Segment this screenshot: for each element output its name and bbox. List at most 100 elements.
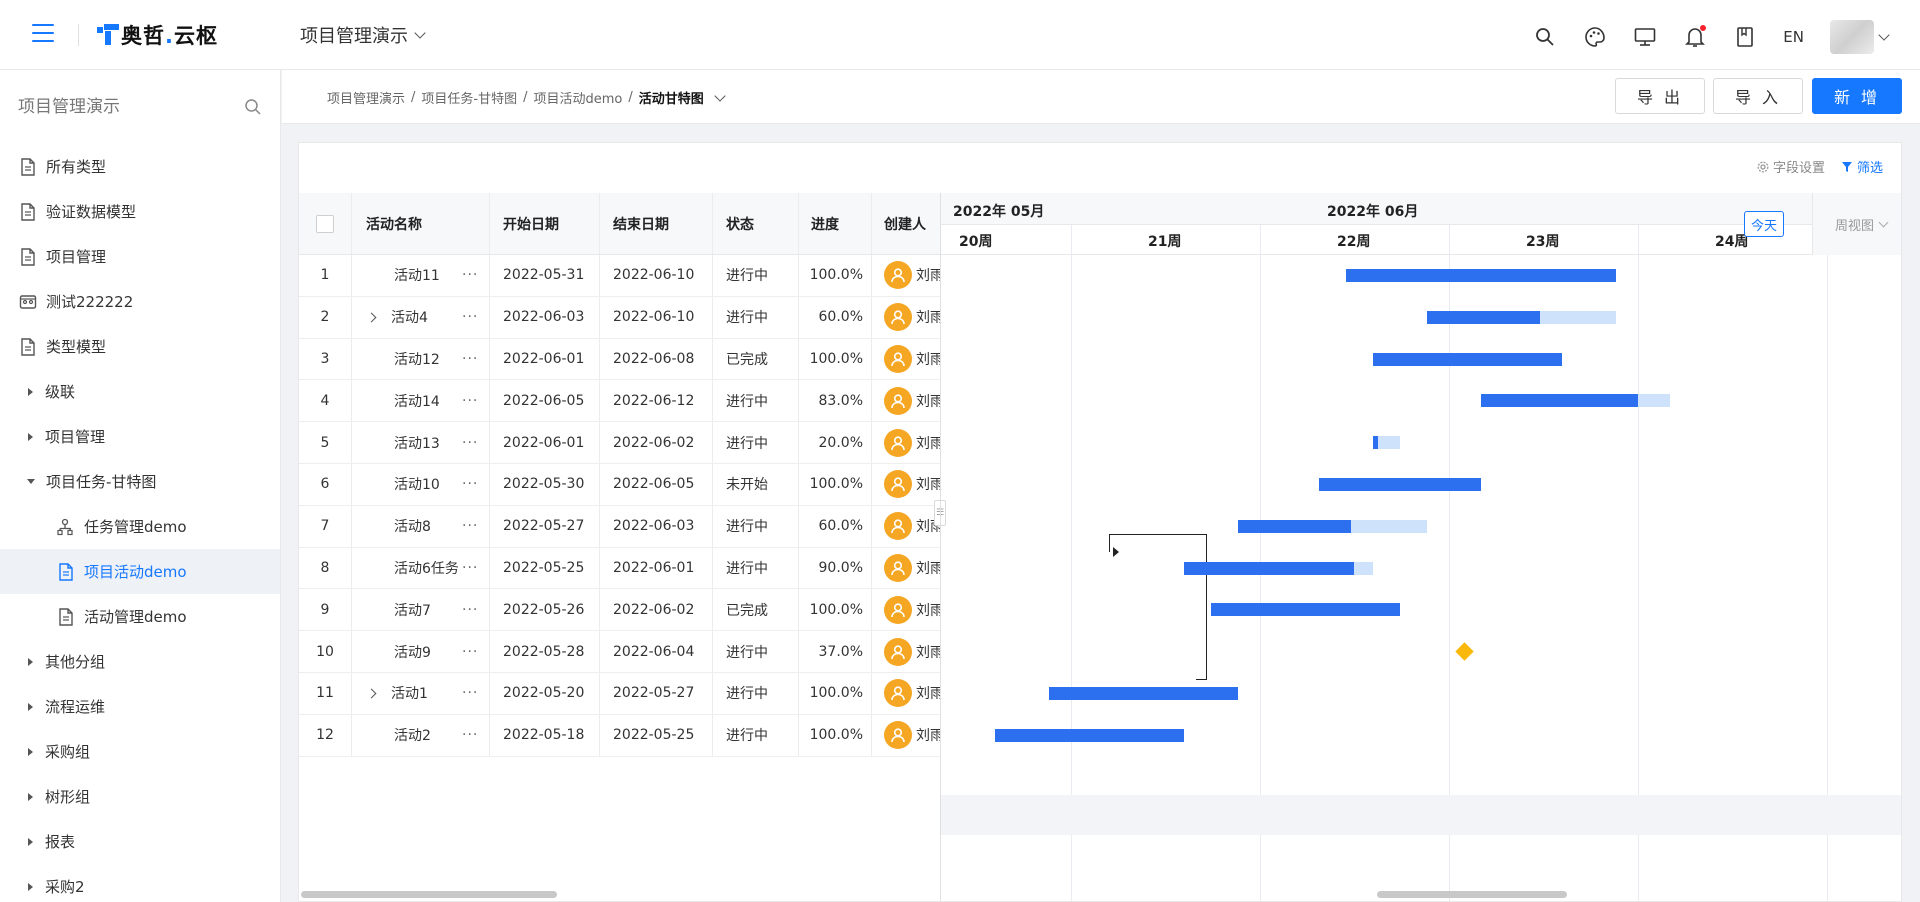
activity-name-cell[interactable]: 活动1 ··· <box>352 672 490 714</box>
export-button[interactable]: 导 出 <box>1615 78 1705 114</box>
activity-name[interactable]: 活动13 <box>394 433 440 453</box>
add-button[interactable]: 新 增 <box>1812 78 1902 114</box>
sidebar-item[interactable]: 采购组 <box>0 729 280 774</box>
more-icon[interactable]: ··· <box>462 351 478 367</box>
activity-name-cell[interactable]: 活动10 ··· <box>352 463 490 505</box>
col-header[interactable]: 创建人 <box>872 193 940 254</box>
col-header[interactable]: 活动名称 <box>352 193 490 254</box>
more-icon[interactable]: ··· <box>462 435 478 451</box>
more-icon[interactable]: ··· <box>462 309 478 325</box>
select-all-checkbox[interactable] <box>316 214 334 233</box>
sidebar-item[interactable]: 测试222222 <box>0 279 280 324</box>
gantt-bar[interactable] <box>1184 561 1373 575</box>
table-row[interactable]: 10 活动9 ··· 2022-05-282022-06-04进行中37.0% 刘雨 <box>299 631 940 673</box>
activity-name[interactable]: 活动6任务 <box>394 558 458 578</box>
gantt-bar[interactable] <box>1238 519 1427 533</box>
activity-name[interactable]: 活动2 <box>394 725 431 745</box>
sidebar-item[interactable]: 活动管理demo <box>0 594 280 639</box>
search-icon[interactable] <box>244 98 262 116</box>
activity-name-cell[interactable]: 活动2 ··· <box>352 714 490 756</box>
sidebar-item[interactable]: 级联 <box>0 369 280 414</box>
table-row[interactable]: 4 活动14 ··· 2022-06-052022-06-12进行中83.0% 刘雨 <box>299 380 940 423</box>
gantt-bar[interactable] <box>1481 394 1670 408</box>
more-icon[interactable]: ··· <box>462 727 478 743</box>
breadcrumb-current[interactable]: 活动甘特图 <box>639 88 704 107</box>
activity-name[interactable]: 活动8 <box>394 516 431 536</box>
table-horizontal-scrollbar[interactable] <box>301 891 557 898</box>
activity-name-cell[interactable]: 活动13 ··· <box>352 422 490 463</box>
table-row[interactable]: 11 活动1 ··· 2022-05-202022-05-27进行中100.0% 刘雨 <box>299 672 940 715</box>
activity-name[interactable]: 活动1 <box>391 683 428 703</box>
filter-button[interactable]: 筛选 <box>1841 157 1883 176</box>
col-header[interactable]: 进度 <box>799 193 872 254</box>
gantt-bar[interactable] <box>1211 603 1400 617</box>
more-icon[interactable]: ··· <box>462 644 478 660</box>
col-header[interactable]: 开始日期 <box>490 193 600 254</box>
table-row[interactable]: 7 活动8 ··· 2022-05-272022-06-03进行中60.0%刘雨 <box>299 505 940 548</box>
sidebar-item[interactable]: 任务管理demo <box>0 504 280 549</box>
more-icon[interactable]: ··· <box>462 476 478 492</box>
activity-name[interactable]: 活动14 <box>394 391 440 411</box>
more-icon[interactable]: ··· <box>462 685 478 701</box>
sidebar-item[interactable]: 报表 <box>0 819 280 864</box>
activity-name-cell[interactable]: 活动4 ··· <box>352 296 490 338</box>
gantt-bar[interactable] <box>995 728 1184 742</box>
user-menu[interactable] <box>1830 20 1890 54</box>
bell-icon[interactable] <box>1683 25 1707 49</box>
activity-name-cell[interactable]: 活动9 ··· <box>352 631 490 672</box>
sidebar-item[interactable]: 流程运维 <box>0 684 280 729</box>
sidebar-item[interactable]: 类型模型 <box>0 324 280 369</box>
view-selector[interactable]: 周视图 <box>1835 215 1889 234</box>
col-header[interactable]: 状态 <box>713 193 799 254</box>
activity-name[interactable]: 活动7 <box>394 600 431 620</box>
activity-name-cell[interactable]: 活动14 ··· <box>352 380 490 422</box>
sidebar-item[interactable]: 项目管理 <box>0 234 280 279</box>
gantt-bar[interactable] <box>1373 352 1562 366</box>
sidebar-item[interactable]: 树形组 <box>0 774 280 819</box>
table-row[interactable]: 8活动6任务···2022-05-252022-06-01进行中90.0%刘雨 <box>299 547 940 590</box>
sidebar-item[interactable]: 项目管理 <box>0 414 280 459</box>
table-row[interactable]: 1 活动11 ··· 2022-05-312022-06-10进行中100.0% 刘雨 <box>299 255 940 297</box>
activity-name[interactable]: 活动11 <box>394 265 440 285</box>
chevron-right-icon[interactable] <box>366 688 377 699</box>
book-icon[interactable] <box>1733 25 1757 49</box>
more-icon[interactable]: ··· <box>462 602 478 618</box>
activity-name-cell[interactable]: 活动8 ··· <box>352 505 490 547</box>
table-row[interactable]: 3 活动12 ··· 2022-06-012022-06-08已完成100.0% 刘雨 <box>299 338 940 381</box>
activity-name[interactable]: 活动9 <box>394 642 431 662</box>
gantt-bar[interactable] <box>1049 687 1238 700</box>
chevron-down-icon[interactable] <box>714 89 726 102</box>
activity-name[interactable]: 活动4 <box>391 307 428 327</box>
activity-name[interactable]: 活动10 <box>394 474 440 494</box>
palette-icon[interactable] <box>1583 25 1607 49</box>
breadcrumb-item[interactable]: 项目管理演示 <box>327 88 405 107</box>
sidebar-item[interactable]: 项目任务-甘特图 <box>0 459 280 504</box>
breadcrumb-item[interactable]: 项目任务-甘特图 <box>421 88 517 107</box>
gantt-bar[interactable] <box>1373 436 1400 450</box>
more-icon[interactable]: ··· <box>462 518 478 534</box>
gantt-bar[interactable] <box>1319 478 1481 491</box>
sidebar-item[interactable]: 采购2 <box>0 864 280 902</box>
activity-name[interactable]: 活动12 <box>394 349 440 369</box>
activity-name-cell[interactable]: 活动6任务 ··· <box>352 547 490 589</box>
activity-name-cell[interactable]: 活动7 ··· <box>352 589 490 631</box>
sidebar-search-input[interactable] <box>18 97 218 117</box>
monitor-icon[interactable] <box>1633 25 1657 49</box>
gantt-bar[interactable] <box>1346 269 1616 282</box>
more-icon[interactable]: ··· <box>462 560 478 576</box>
activity-name-cell[interactable]: 活动12 ··· <box>352 338 490 380</box>
today-button[interactable]: 今天 <box>1743 211 1784 237</box>
more-icon[interactable]: ··· <box>462 393 478 409</box>
more-icon[interactable]: ··· <box>462 267 478 283</box>
col-header[interactable]: 结束日期 <box>600 193 713 254</box>
activity-name-cell[interactable]: 活动11 ··· <box>352 255 490 296</box>
chevron-right-icon[interactable] <box>366 312 377 323</box>
menu-icon[interactable] <box>32 24 54 42</box>
search-icon[interactable] <box>1533 25 1557 49</box>
table-row[interactable]: 9 活动7 ··· 2022-05-262022-06-02已完成100.0% 刘雨 <box>299 589 940 632</box>
sidebar-item[interactable]: 所有类型 <box>0 144 280 189</box>
sidebar-item[interactable]: 验证数据模型 <box>0 189 280 234</box>
table-row[interactable]: 5 活动13 ··· 2022-06-012022-06-02进行中20.0% 刘雨 <box>299 422 940 464</box>
import-button[interactable]: 导 入 <box>1713 78 1803 114</box>
gantt-horizontal-scrollbar[interactable] <box>1377 891 1567 898</box>
